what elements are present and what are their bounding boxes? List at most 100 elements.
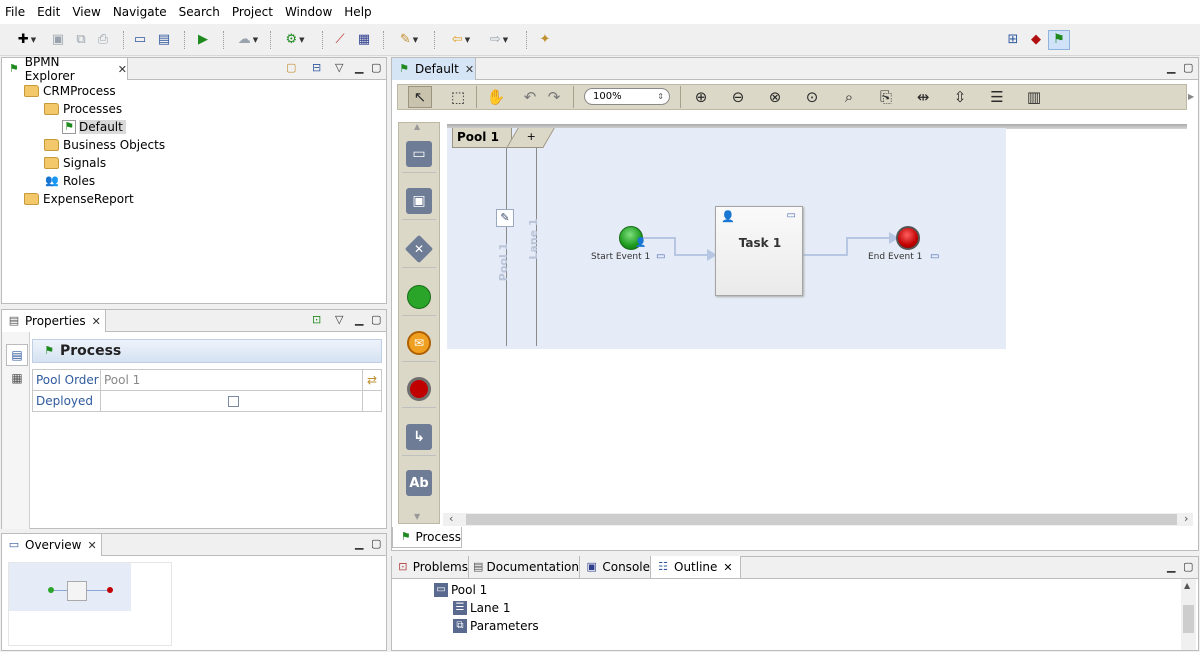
maximize-icon[interactable]: ▢ — [371, 313, 381, 326]
scroll-right-icon[interactable]: › — [1184, 512, 1188, 525]
minimize-icon[interactable]: ▁ — [1167, 61, 1175, 74]
deploy-icon[interactable]: ☁ ▼ — [231, 30, 265, 50]
tab-default[interactable]: ⚑ Default ✕ — [392, 58, 476, 80]
tab-bpmn-explorer[interactable]: ⚑ BPMN Explorer ✕ — [2, 55, 128, 83]
tab-documentation[interactable]: ▤ Documentation — [469, 556, 580, 578]
palette-gateway[interactable]: ✕ — [402, 230, 436, 268]
scroll-up-icon[interactable]: ▲ — [1184, 581, 1190, 590]
select-tool-icon[interactable]: ↖ — [408, 86, 432, 108]
minimize-icon[interactable]: ▁ — [355, 537, 363, 550]
collapse-all-icon[interactable]: ⊟ — [312, 61, 321, 74]
tab-outline[interactable]: ☷ Outline ✕ — [651, 556, 741, 578]
tab-properties[interactable]: ▤ Properties ✕ — [2, 310, 106, 332]
tree-item-default[interactable]: ⚑ Default — [62, 118, 126, 136]
menu-help[interactable]: Help — [339, 0, 378, 24]
tree-item-expensereport[interactable]: ExpenseReport — [24, 190, 134, 208]
maximize-icon[interactable]: ▢ — [371, 61, 381, 74]
save-all-icon[interactable]: ⧉ — [72, 30, 90, 50]
new-folder-icon[interactable]: ▢ — [286, 61, 296, 74]
scrollbar-thumb[interactable] — [466, 514, 1177, 525]
spinner-icon[interactable]: ⇕ — [657, 89, 664, 104]
zoom-fit-icon[interactable]: ⊗ — [763, 86, 787, 108]
run-config-icon[interactable]: ⚙ ▼ — [278, 30, 312, 50]
maximize-icon[interactable]: ▢ — [371, 537, 381, 550]
overview-canvas[interactable] — [8, 562, 172, 646]
pin-icon[interactable]: ✎ ▼ — [392, 30, 426, 50]
palette-user-task[interactable]: ▣ — [402, 182, 436, 220]
view-menu-icon[interactable]: ▽ — [335, 61, 343, 74]
outline-vertical-scrollbar[interactable]: ▲ — [1181, 579, 1196, 650]
pan-tool-icon[interactable]: ✋ — [484, 86, 508, 108]
tree-item-business-objects[interactable]: Business Objects — [44, 136, 165, 154]
properties-list-icon[interactable]: ☰ — [985, 86, 1009, 108]
wand-icon[interactable]: ✦ — [535, 30, 555, 50]
book-icon[interactable]: ▦ — [354, 30, 374, 50]
palette-scroll-down-icon[interactable]: ▼ — [414, 512, 420, 521]
view-menu-icon[interactable]: ▽ — [335, 313, 343, 326]
palette-message-event[interactable]: ✉ — [402, 324, 436, 362]
chart-icon[interactable]: ⟋ — [330, 30, 350, 50]
distribute-vertical-icon[interactable]: ⇳ — [948, 86, 972, 108]
general-tab-icon[interactable]: ▤ — [6, 344, 28, 366]
tab-problems[interactable]: ⊡ Problems — [392, 556, 469, 578]
tab-console[interactable]: ▣ Console — [580, 556, 651, 578]
end-event-comment-icon[interactable]: ▭ — [930, 251, 939, 262]
zoom-combo[interactable]: 100% ⇕ — [584, 88, 670, 105]
palette-end-event[interactable] — [402, 370, 436, 408]
menu-navigate[interactable]: Navigate — [108, 0, 174, 24]
horizontal-scrollbar[interactable]: ‹ › — [443, 512, 1193, 526]
menu-edit[interactable]: Edit — [32, 0, 67, 24]
end-event[interactable] — [896, 226, 920, 250]
run-icon[interactable]: ▶ — [193, 30, 213, 50]
tab-overview[interactable]: ▭ Overview ✕ — [2, 534, 102, 556]
tree-item-signals[interactable]: Signals — [44, 154, 106, 172]
palette-text-annotation[interactable]: Ab — [402, 464, 436, 502]
outline-item-lane[interactable]: ☰ Lane 1 — [453, 599, 510, 617]
task-1[interactable]: 👤 ▭ Task 1 — [715, 206, 803, 296]
maximize-icon[interactable]: ▢ — [1183, 61, 1193, 74]
pool-order-value[interactable]: Pool 1 — [100, 369, 363, 391]
redo-icon[interactable]: ↷ — [542, 86, 566, 108]
start-event-comment-icon[interactable]: ▭ — [656, 251, 665, 262]
bpmn-perspective-icon[interactable]: ◆ — [1026, 30, 1046, 50]
advanced-tab-icon[interactable]: ▦ — [6, 368, 28, 390]
zoom-in-icon[interactable]: ⊕ — [689, 86, 713, 108]
save-icon[interactable]: ▣ — [49, 30, 67, 50]
menu-file[interactable]: File — [0, 0, 32, 24]
print-icon[interactable]: ⎙ — [94, 30, 112, 50]
tree-item-roles[interactable]: 👥 Roles — [44, 172, 95, 190]
close-icon[interactable]: ✕ — [118, 63, 127, 76]
maximize-icon[interactable]: ▢ — [1183, 560, 1193, 573]
zoom-out-icon[interactable]: ⊖ — [726, 86, 750, 108]
palette-sequence-flow[interactable]: ↳ — [402, 418, 436, 456]
perspective-icon[interactable]: ▭ — [131, 30, 149, 50]
palette-pool[interactable]: ▭ — [402, 135, 436, 173]
tab-process[interactable]: ⚑ Process — [392, 527, 462, 548]
flow-start-to-task[interactable] — [643, 237, 707, 256]
palette-start-event[interactable] — [402, 278, 436, 316]
tree-item-processes[interactable]: Processes — [44, 100, 122, 118]
outline-item-pool[interactable]: ▭ Pool 1 — [434, 581, 487, 599]
zoom-reset-icon[interactable]: ⌕ — [837, 86, 861, 108]
forward-icon[interactable]: ⇨ ▼ — [482, 30, 516, 50]
toolbar-scroll-right-icon[interactable]: ▶ — [1188, 84, 1196, 110]
menu-project[interactable]: Project — [227, 0, 280, 24]
open-perspective-icon[interactable]: ⊞ — [1003, 30, 1023, 50]
distribute-horizontal-icon[interactable]: ⇹ — [911, 86, 935, 108]
outline-item-parameters[interactable]: ⧉ Parameters — [453, 617, 539, 635]
tree-item-crmprocess[interactable]: CRMProcess — [24, 82, 116, 100]
palette-scroll-up-icon[interactable]: ▲ — [414, 122, 420, 131]
menu-window[interactable]: Window — [280, 0, 339, 24]
layout-icon[interactable]: ▤ — [155, 30, 173, 50]
edit-order-icon[interactable]: ⇄ — [362, 369, 382, 391]
minimize-icon[interactable]: ▁ — [355, 61, 363, 74]
film-icon[interactable]: ▥ — [1022, 86, 1046, 108]
menu-search[interactable]: Search — [174, 0, 227, 24]
back-icon[interactable]: ⇦ ▼ — [444, 30, 478, 50]
task-comment-icon[interactable]: ▭ — [787, 210, 796, 221]
deployed-checkbox[interactable] — [227, 396, 239, 407]
new-icon[interactable]: ✚ ▼ — [12, 30, 42, 50]
menu-view[interactable]: View — [67, 0, 107, 24]
minimize-icon[interactable]: ▁ — [1167, 560, 1175, 573]
pin-view-icon[interactable]: ⊡ — [312, 313, 321, 326]
